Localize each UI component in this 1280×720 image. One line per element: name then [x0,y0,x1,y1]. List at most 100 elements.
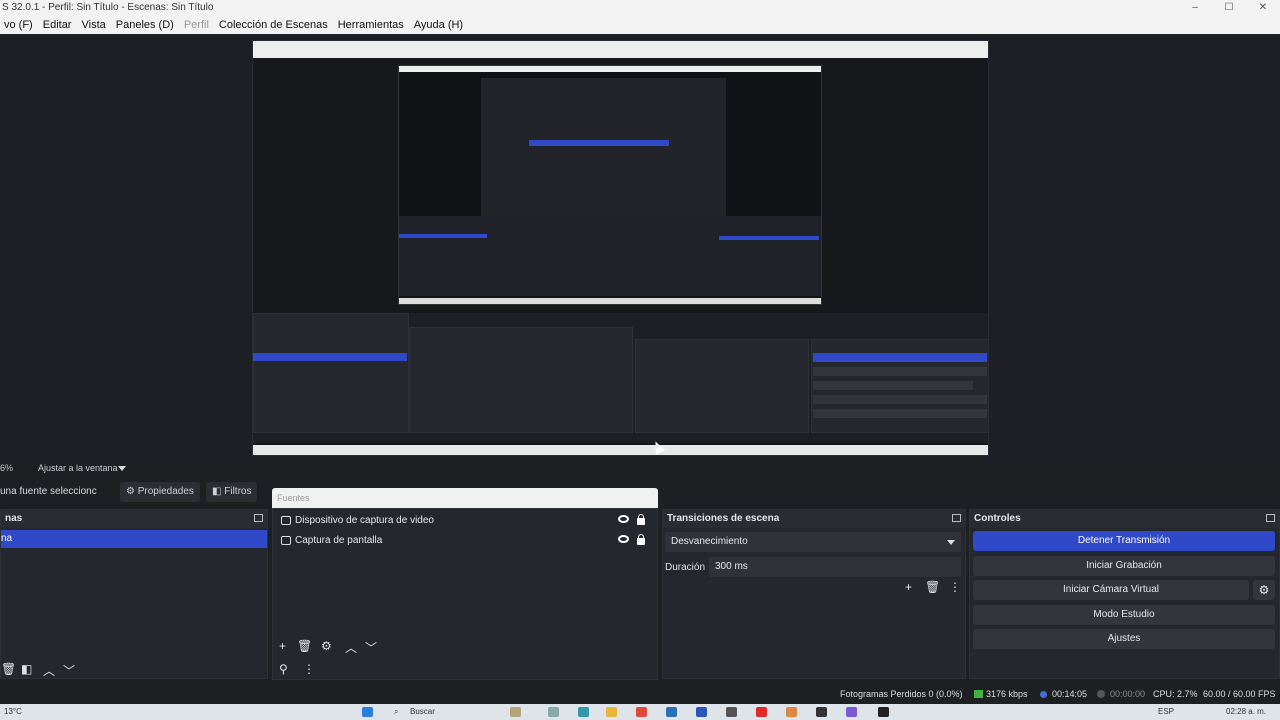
more-icon[interactable]: ⋮ [303,662,315,676]
app-icon-4[interactable] [878,707,889,717]
settings-button[interactable]: Ajustes [973,629,1275,649]
group-icon[interactable]: ⚲ [279,662,288,676]
filter-icon: ◧ [212,486,225,497]
move-down-icon[interactable]: ﹀ [63,662,75,679]
menu-help[interactable]: Ayuda (H) [410,16,469,34]
transitions-header: Transiciones de escena [663,510,965,528]
properties-label: Propiedades [137,486,194,497]
bitrate: 3176 kbps [986,689,1028,699]
widget-icon[interactable] [510,707,521,717]
trash-icon[interactable]: 🗑 [297,639,312,653]
search-icon[interactable]: ⌕ [394,704,398,720]
menu-edit[interactable]: Editar [39,16,78,34]
stream-indicator-icon [1040,691,1047,698]
filters-label: Filtros [224,486,252,497]
camera-icon [281,516,291,525]
lock-icon[interactable] [637,514,645,525]
menu-profile[interactable]: Perfil [180,16,215,34]
minimize-button[interactable]: – [1178,0,1212,16]
virtual-camera-settings-gear-icon[interactable]: ⚙ [1253,580,1275,600]
status-bar: Fotogramas Perdidos 0 (0.0%) 3176 kbps 0… [0,686,1280,702]
controls-title: Controles [974,513,1021,524]
move-down-icon[interactable]: ﹀ [365,639,377,656]
folder-icon[interactable] [606,707,617,717]
studio-mode-button[interactable]: Modo Estudio [973,605,1275,625]
transitions-dock: Transiciones de escena Desvanecimiento D… [662,509,966,679]
trash-icon[interactable]: 🗑 [1,662,16,676]
youtube-icon[interactable] [756,707,767,717]
sources-toolbar: + 🗑 ⚙ ︿ ﹀ [279,639,399,655]
scenes-toolbar: 🗑 ◧ ︿ ﹀ [1,662,101,678]
stream-time: 00:14:05 [1052,689,1088,699]
start-recording-button[interactable]: Iniciar Grabación [973,556,1275,576]
trash-icon[interactable]: 🗑 [925,580,940,594]
record-time: 00:00:00 [1110,689,1146,699]
duration-value: 300 ms [715,561,748,572]
source-label: Captura de pantalla [295,535,383,546]
menu-view[interactable]: Vista [77,16,111,34]
close-button[interactable]: ✕ [1246,0,1280,16]
transitions-title: Transiciones de escena [667,513,780,524]
scene-filter-icon[interactable]: ◧ [21,662,32,676]
add-icon[interactable]: + [905,580,912,594]
store-icon[interactable] [666,707,677,717]
nested-titlebar [253,41,988,49]
start-icon[interactable] [362,707,373,717]
taskbar-search[interactable]: Buscar [410,704,435,720]
signal-icon [974,690,983,698]
undock-icon[interactable] [952,514,961,522]
maximize-button[interactable]: ☐ [1212,0,1246,16]
move-up-icon[interactable]: ︿ [345,639,357,656]
preview-scale-bar: 6% Ajustar a la ventana [0,460,1280,476]
stop-stream-button[interactable]: Detener Transmisión [973,531,1275,551]
window-title: S 32.0.1 - Perfil: Sin Título - Escenas:… [2,2,214,13]
fit-window-select[interactable]: Ajustar a la ventana [38,460,118,476]
scenes-title: nas [5,513,23,524]
chevron-down-icon[interactable] [118,466,126,471]
frames-dropped: Fotogramas Perdidos 0 (0.0%) [840,689,963,699]
app-icon-3[interactable] [846,707,857,717]
move-up-icon[interactable]: ︿ [43,662,55,679]
eye-icon[interactable] [618,515,629,523]
source-item-screen-capture[interactable]: Captura de pantalla [279,532,653,550]
source-item-video-capture[interactable]: Dispositivo de captura de video [279,512,653,530]
app-icon-2[interactable] [726,707,737,717]
word-icon[interactable] [696,707,707,717]
menu-docks[interactable]: Paneles (D) [112,16,180,34]
menu-file[interactable]: vo (F) [0,16,39,34]
menu-tools[interactable]: Herramientas [334,16,410,34]
chevron-down-icon [947,540,955,545]
window-titlebar: S 32.0.1 - Perfil: Sin Título - Escenas:… [0,0,1280,16]
sources-toolbar-2: ⚲ ⋮ [279,662,339,678]
edge-icon[interactable] [578,707,589,717]
obs-icon[interactable] [816,707,827,717]
transition-select[interactable]: Desvanecimiento [665,532,961,552]
monitor-icon [281,536,291,545]
sources-search-input[interactable]: Fuentes [272,488,658,508]
chrome-icon[interactable] [786,707,797,717]
scene-item[interactable]: na [1,530,267,548]
preview-canvas[interactable] [252,40,989,456]
fps: 60.00 / 60.00 FPS [1203,689,1276,699]
gear-icon[interactable]: ⚙ [321,639,332,653]
record-indicator-icon [1097,690,1105,698]
undock-icon[interactable] [254,514,263,522]
menu-scene-collection[interactable]: Colección de Escenas [215,16,334,34]
scenes-dock: nas na 🗑 ◧ ︿ ﹀ [0,509,268,679]
filters-button[interactable]: ◧ Filtros [206,482,258,502]
add-icon[interactable]: + [279,639,286,653]
properties-button[interactable]: ⚙ Propiedades [120,482,200,502]
task-view-icon[interactable] [548,707,559,717]
app-icon[interactable] [636,707,647,717]
start-virtual-camera-button[interactable]: Iniciar Cámara Virtual [973,580,1249,600]
controls-header: Controles [970,510,1279,528]
clock[interactable]: 02:28 a. m. [1226,704,1266,720]
cpu-usage: CPU: 2.7% [1153,689,1198,699]
undock-icon[interactable] [1266,514,1275,522]
preview-area[interactable] [0,34,1280,460]
lock-icon[interactable] [637,534,645,545]
more-icon[interactable]: ⋮ [949,580,961,594]
language-indicator[interactable]: ESP [1158,704,1174,720]
duration-input[interactable]: 300 ms [709,557,961,577]
eye-icon[interactable] [618,535,629,543]
